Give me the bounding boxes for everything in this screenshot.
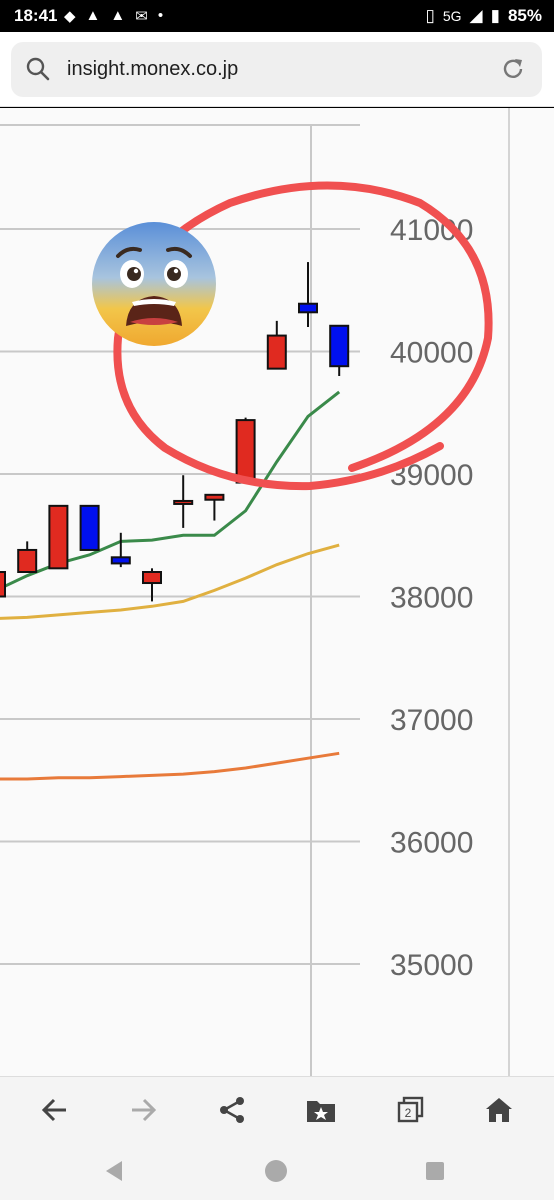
battery-percent: 85%: [507, 6, 542, 25]
candle-body: [48, 504, 69, 570]
candle-body: [110, 556, 131, 565]
candle-body: [235, 419, 256, 484]
system-recents-icon[interactable]: [422, 1158, 448, 1184]
candle-body: [204, 493, 225, 501]
y-tick-label: 37000: [390, 704, 473, 737]
status-time: 18:41: [14, 6, 58, 25]
candle-body: [298, 302, 318, 314]
y-tick-label: 40000: [390, 337, 473, 370]
status-right: ▯ 5G ◢ ▮ 85%: [425, 6, 542, 26]
system-home-icon[interactable]: [263, 1158, 289, 1184]
reload-icon[interactable]: [500, 56, 526, 82]
candle-body: [142, 571, 162, 585]
share-icon: [220, 1097, 244, 1123]
app-notification-icon: ▲: [110, 7, 126, 24]
candle-body: [0, 571, 6, 598]
back-button[interactable]: [36, 1091, 74, 1129]
candle-body: [266, 334, 287, 370]
battery-icon: ▮: [490, 6, 500, 25]
status-bar: 18:41 ◆ ▲ ▲ ✉ • ▯ 5G ◢ ▮ 85%: [0, 0, 554, 32]
arrow-right-icon: [132, 1098, 157, 1122]
app-notification-icon: ▲: [85, 7, 101, 24]
y-tick-label: 35000: [390, 949, 473, 982]
network-label: 5G: [442, 8, 462, 24]
home-icon: [486, 1098, 512, 1122]
mail-icon: ✉: [135, 8, 148, 25]
notification-icons: ◆ ▲ ▲ ✉ •: [64, 7, 163, 25]
tab-count: 2: [405, 1106, 412, 1120]
vibrate-icon: ▯: [425, 6, 435, 25]
candle-body: [329, 324, 350, 368]
system-back-icon[interactable]: [102, 1158, 128, 1184]
web-content: 4100040000390003800037000360003500034000: [0, 108, 554, 1076]
tabs-button[interactable]: 2: [391, 1091, 429, 1129]
bookmark-folder-icon: [307, 1101, 335, 1122]
signal-icon: ◢: [469, 6, 483, 25]
tabs-icon: 2: [397, 1096, 424, 1123]
forward-button[interactable]: [124, 1091, 162, 1129]
dot-icon: •: [157, 7, 164, 24]
moving-average-line: [0, 751, 340, 781]
system-nav-bar: [0, 1142, 554, 1200]
browser-toolbar: insight.monex.co.jp: [0, 32, 554, 107]
candle-body: [79, 504, 100, 551]
search-icon: [26, 57, 50, 81]
app-notification-icon: ◆: [64, 8, 76, 25]
address-bar[interactable]: insight.monex.co.jp: [11, 42, 542, 97]
bookmarks-button[interactable]: [302, 1091, 340, 1129]
candlestick-chart: 4100040000390003800037000360003500034000: [0, 108, 510, 1076]
arrow-left-icon: [41, 1098, 66, 1122]
y-tick-label: 36000: [390, 827, 473, 860]
home-button[interactable]: [480, 1091, 518, 1129]
browser-bottom-nav: 2: [0, 1076, 554, 1142]
url-text[interactable]: insight.monex.co.jp: [67, 58, 238, 81]
candle-body: [17, 548, 38, 574]
y-tick-label: 38000: [390, 582, 473, 615]
candle-body: [173, 499, 194, 505]
fearful-face-emoji: [92, 222, 216, 346]
share-button[interactable]: [213, 1091, 251, 1129]
